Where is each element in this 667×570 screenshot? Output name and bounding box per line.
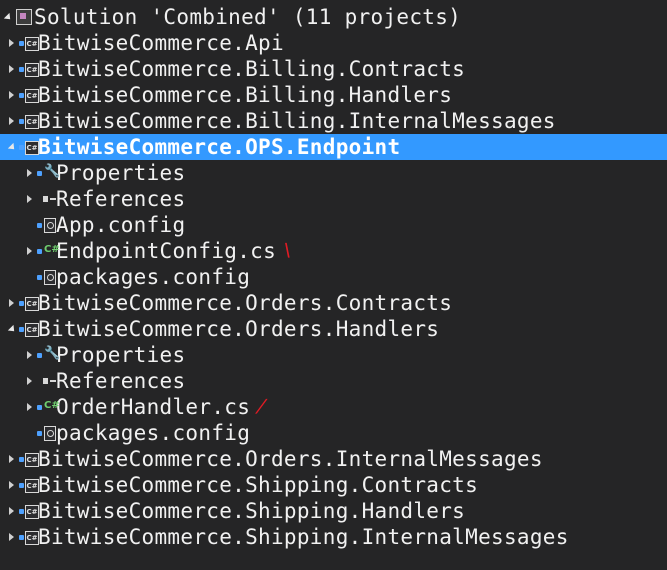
config-file-icon	[36, 212, 56, 238]
project-node[interactable]: C# BitwiseCommerce.Billing.Contracts	[0, 56, 667, 82]
tree-item-label: BitwiseCommerce.Orders.Handlers	[38, 317, 440, 341]
csharp-project-icon: C#	[18, 290, 39, 316]
wrench-icon: 🔧	[36, 342, 60, 368]
expand-arrow-icon[interactable]	[22, 160, 36, 186]
expand-arrow-icon[interactable]	[0, 4, 14, 30]
project-node[interactable]: C# BitwiseCommerce.Shipping.InternalMessa…	[0, 524, 667, 550]
tree-item-label: References	[56, 187, 186, 211]
expand-arrow-icon[interactable]	[4, 498, 18, 524]
collapse-arrow-icon[interactable]	[4, 134, 18, 160]
project-node[interactable]: C# BitwiseCommerce.Billing.InternalMessag…	[0, 108, 667, 134]
tree-item[interactable]: C# EndpointConfig.cs \	[0, 238, 667, 264]
csharp-project-icon: C#	[18, 134, 39, 160]
config-file-icon	[36, 264, 56, 290]
expand-arrow-icon[interactable]	[22, 342, 36, 368]
expand-arrow-icon[interactable]	[4, 290, 18, 316]
tree-item-label: Properties	[56, 343, 186, 367]
solution-icon	[14, 4, 34, 30]
tree-item[interactable]: packages.config	[0, 264, 667, 290]
tree-item-label: BitwiseCommerce.Billing.Contracts	[38, 57, 466, 81]
tree-item-label: BitwiseCommerce.Billing.InternalMessages	[38, 109, 556, 133]
tree-item[interactable]: References	[0, 186, 667, 212]
expand-arrow-icon[interactable]	[22, 238, 36, 264]
csharp-project-icon: C#	[18, 108, 39, 134]
expand-arrow-icon[interactable]	[4, 30, 18, 56]
project-node[interactable]: C# BitwiseCommerce.Shipping.Handlers	[0, 498, 667, 524]
red-annotation-mark: \	[279, 240, 296, 261]
expand-arrow-icon[interactable]	[22, 186, 36, 212]
arrow-spacer	[22, 212, 36, 238]
project-node[interactable]: C# BitwiseCommerce.Shipping.Contracts	[0, 472, 667, 498]
red-annotation-mark: /	[253, 396, 270, 417]
csharp-project-icon: C#	[18, 472, 39, 498]
csharp-project-icon: C#	[18, 524, 39, 550]
wrench-icon: 🔧	[36, 160, 60, 186]
solution-node[interactable]: Solution 'Combined' (11 projects)	[0, 4, 667, 30]
collapse-arrow-icon[interactable]	[4, 316, 18, 342]
solution-label: Solution 'Combined' (11 projects)	[34, 5, 462, 29]
config-file-icon	[36, 420, 56, 446]
csharp-project-icon: C#	[18, 30, 39, 56]
tree-item-label: BitwiseCommerce.Orders.Contracts	[38, 291, 453, 315]
solution-explorer-tree: Solution 'Combined' (11 projects) C# Bitw…	[0, 0, 667, 570]
arrow-spacer	[22, 420, 36, 446]
csharp-file-icon: C#	[36, 238, 60, 264]
csharp-file-icon: C#	[36, 394, 60, 420]
expand-arrow-icon[interactable]	[22, 368, 36, 394]
expand-arrow-icon[interactable]	[4, 524, 18, 550]
tree-item-label: BitwiseCommerce.Shipping.Handlers	[38, 499, 466, 523]
project-node[interactable]: C# BitwiseCommerce.Orders.Contracts	[0, 290, 667, 316]
expand-arrow-icon[interactable]	[4, 56, 18, 82]
expand-arrow-icon[interactable]	[22, 394, 36, 420]
csharp-project-icon: C#	[18, 56, 39, 82]
tree-item[interactable]: packages.config	[0, 420, 667, 446]
tree-item-label: Properties	[56, 161, 186, 185]
tree-item[interactable]: C# OrderHandler.cs /	[0, 394, 667, 420]
expand-arrow-icon[interactable]	[4, 108, 18, 134]
csharp-project-icon: C#	[18, 446, 39, 472]
tree-item[interactable]: References	[0, 368, 667, 394]
references-icon	[36, 368, 56, 394]
project-node[interactable]: C# BitwiseCommerce.OPS.Endpoint	[0, 134, 667, 160]
tree-item-label: References	[56, 369, 186, 393]
arrow-spacer	[22, 264, 36, 290]
project-node[interactable]: C# BitwiseCommerce.Api	[0, 30, 667, 56]
tree-item-label: BitwiseCommerce.OPS.Endpoint	[38, 135, 401, 159]
tree-item-label: BitwiseCommerce.Orders.InternalMessages	[38, 447, 543, 471]
project-node[interactable]: C# BitwiseCommerce.Orders.Handlers	[0, 316, 667, 342]
tree-item-label: BitwiseCommerce.Billing.Handlers	[38, 83, 453, 107]
tree-item[interactable]: 🔧 Properties	[0, 342, 667, 368]
tree-item-label: App.config	[56, 213, 186, 237]
csharp-project-icon: C#	[18, 316, 39, 342]
tree-item-label: packages.config	[56, 421, 251, 445]
project-node[interactable]: C# BitwiseCommerce.Billing.Handlers	[0, 82, 667, 108]
expand-arrow-icon[interactable]	[4, 446, 18, 472]
tree-item[interactable]: App.config	[0, 212, 667, 238]
csharp-project-icon: C#	[18, 82, 39, 108]
expand-arrow-icon[interactable]	[4, 472, 18, 498]
tree-item-label: BitwiseCommerce.Shipping.InternalMessage…	[38, 525, 569, 549]
csharp-project-icon: C#	[18, 498, 39, 524]
project-node[interactable]: C# BitwiseCommerce.Orders.InternalMessage…	[0, 446, 667, 472]
tree-item-label: packages.config	[56, 265, 251, 289]
tree-item-label: BitwiseCommerce.Api	[38, 31, 284, 55]
tree-item-label: OrderHandler.cs	[56, 395, 251, 419]
tree-item-label: BitwiseCommerce.Shipping.Contracts	[38, 473, 479, 497]
expand-arrow-icon[interactable]	[4, 82, 18, 108]
references-icon	[36, 186, 56, 212]
tree-item-label: EndpointConfig.cs	[56, 239, 277, 263]
tree-item[interactable]: 🔧 Properties	[0, 160, 667, 186]
